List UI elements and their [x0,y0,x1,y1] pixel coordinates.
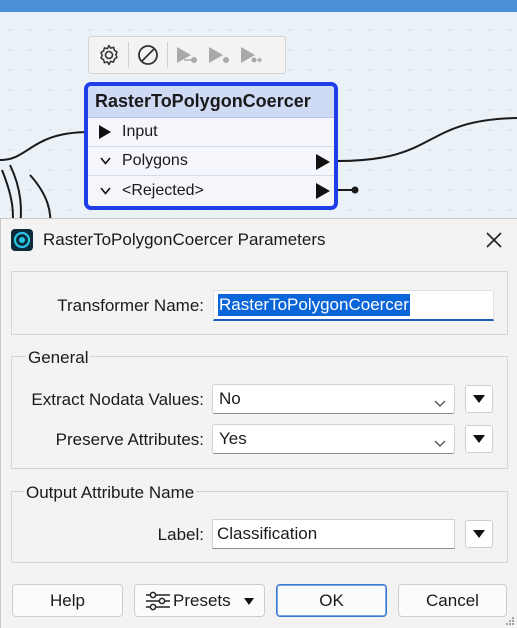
presets-button[interactable]: Presets [134,584,265,617]
chevron-down-icon [434,393,446,413]
help-button[interactable]: Help [12,584,123,617]
preserve-attributes-value: Yes [219,429,247,448]
sliders-icon [146,591,170,610]
preserve-attributes-select[interactable]: Yes [212,424,455,454]
parameters-dialog: RasterToPolygonCoercer Parameters Transf… [0,218,517,628]
extract-nodata-label: Extract Nodata Values: [31,390,204,409]
polygons-port[interactable]: Polygons [88,147,334,176]
transformer-name-input[interactable]: RasterToPolygonCoercer [213,290,494,321]
label-field-label: Label: [157,525,204,544]
presets-button-label: Presets [173,590,231,610]
chevron-down-icon [434,433,446,453]
run-to-this-icon[interactable] [171,40,203,70]
label-field-value: Classification [217,524,318,543]
extract-nodata-value: No [219,389,241,408]
output-attribute-group-title: Output Attribute Name [24,483,197,503]
dialog-title: RasterToPolygonCoercer Parameters [43,230,326,249]
label-field-input[interactable]: Classification [212,519,455,549]
caret-down-icon [473,530,485,538]
transformer-name-label: Transformer Name: [57,296,204,315]
run-from-this-icon[interactable] [203,40,235,70]
chevron-down-icon[interactable] [98,157,112,165]
preserve-attributes-menu-button[interactable] [465,425,493,453]
preserve-attributes-label: Preserve Attributes: [55,430,204,449]
rejected-port[interactable]: <Rejected> [88,176,334,205]
toolbar-separator [167,42,168,68]
cancel-button[interactable]: Cancel [398,584,507,617]
transformer-name-value: RasterToPolygonCoercer [218,294,410,316]
label-field-menu-button[interactable] [465,520,493,548]
node-title: RasterToPolygonCoercer [88,86,334,118]
ok-button[interactable]: OK [276,584,387,617]
extract-nodata-menu-button[interactable] [465,385,493,413]
output-port-arrow-icon [316,154,330,175]
gear-icon[interactable] [93,40,125,70]
caret-down-icon [473,435,485,443]
resize-grip-icon[interactable] [505,616,515,626]
chevron-down-icon[interactable] [98,186,112,195]
node-mini-toolbar [88,36,286,74]
input-port-label: Input [122,123,158,140]
output-port-arrow-icon [316,183,330,204]
general-group-title: General [26,348,91,368]
input-port-arrow-icon [98,125,112,139]
toolbar-separator [128,42,129,68]
caret-down-icon [244,598,254,605]
caret-down-icon [473,395,485,403]
disable-icon[interactable] [132,40,164,70]
dialog-titlebar[interactable]: RasterToPolygonCoercer Parameters [1,219,517,261]
extract-nodata-select[interactable]: No [212,384,455,414]
transformer-node[interactable]: RasterToPolygonCoercer Input Polygons <R… [84,82,338,210]
input-port[interactable]: Input [88,118,334,147]
app-logo-icon [11,229,33,251]
polygons-port-label: Polygons [122,152,188,169]
run-and-inspect-icon[interactable] [235,40,267,70]
close-icon[interactable] [483,229,505,251]
rejected-port-label: <Rejected> [122,181,204,199]
